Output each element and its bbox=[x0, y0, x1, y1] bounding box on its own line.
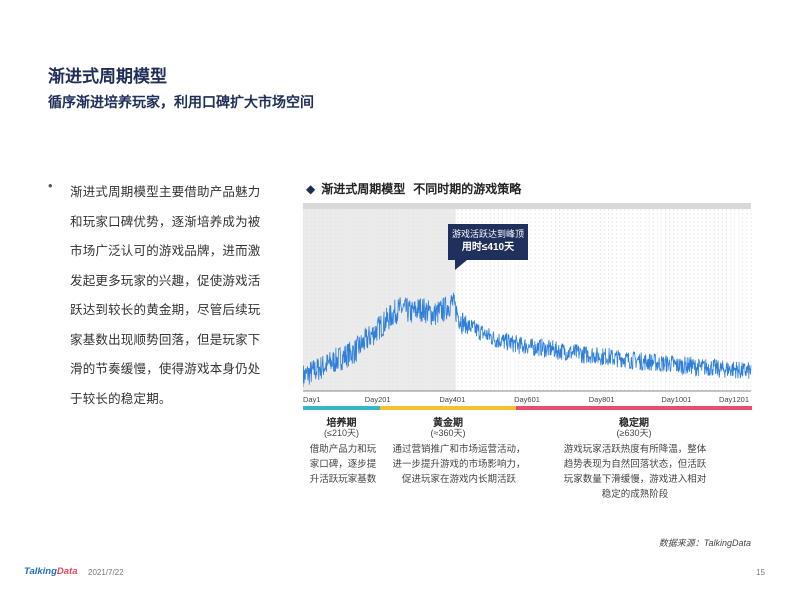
logo-part-b: Data bbox=[56, 566, 78, 577]
phase-desc-growth: 借助产品力和玩家口碑，逐步提升活跃玩家基数 bbox=[309, 444, 377, 485]
phase-bar-growth bbox=[303, 406, 380, 410]
callout-tail bbox=[455, 260, 467, 270]
logo-part-a: Talking bbox=[24, 566, 57, 577]
x-tick-label: Day1201 bbox=[719, 395, 749, 404]
x-tick-label: Day401 bbox=[439, 395, 465, 404]
x-tick-label: Day601 bbox=[514, 395, 540, 404]
footer-date: 2021/7/22 bbox=[88, 568, 124, 577]
callout-line1: 游戏活跃达到峰顶 bbox=[451, 229, 524, 239]
page-number: 15 bbox=[756, 568, 765, 577]
talkingdata-logo: TalkingData bbox=[24, 566, 78, 577]
x-tick-label: Day1001 bbox=[661, 395, 691, 404]
phase-bar-golden bbox=[380, 406, 516, 410]
x-tick-label: Day801 bbox=[589, 395, 615, 404]
phase-duration-stable: (≥630天) bbox=[616, 428, 652, 438]
page-subtitle: 循序渐进培养玩家，利用口碑扩大市场空间 bbox=[48, 94, 314, 110]
line-chart: Day1 Day201 Day401 Day601 Day801 Day1001 Day12… bbox=[303, 203, 752, 404]
diamond-icon: ◆ bbox=[306, 182, 316, 196]
phase-duration-golden: (≈360天) bbox=[430, 428, 466, 438]
chart-title-main: 渐进式周期模型 bbox=[321, 182, 406, 196]
phase-desc-stable: 游戏玩家活跃热度有所降温，整体趋势表现为自然回落状态，但活跃玩家数量下滑缓慢，游… bbox=[563, 444, 707, 500]
peak-callout: 游戏活跃达到峰顶 用时≤410天 bbox=[448, 224, 528, 260]
page-title: 渐进式周期模型 bbox=[48, 67, 167, 86]
chart-title-sub: 不同时期的游戏策略 bbox=[413, 182, 522, 196]
bullet-dot: • bbox=[48, 178, 53, 193]
phase-duration-growth: (≤210天) bbox=[324, 428, 359, 438]
data-source: 数据来源：TalkingData bbox=[658, 538, 751, 548]
x-tick-label: Day201 bbox=[365, 395, 391, 404]
bullet-text: 渐进式周期模型主要借助产品魅力和玩家口碑优势，逐渐培养成为被市场广泛认可的游戏品… bbox=[70, 185, 261, 406]
callout-line2: 用时≤410天 bbox=[461, 242, 515, 253]
phase-bar-stable bbox=[516, 406, 752, 410]
chart-title: ◆ 渐进式周期模型 不同时期的游戏策略 bbox=[306, 180, 521, 197]
x-tick-label: Day1 bbox=[303, 395, 321, 404]
chart-top-band bbox=[303, 203, 751, 209]
phase-desc-golden: 通过营销推广和市场运营活动，进一步提升游戏的市场影响力，促进玩家在游戏内长期活跃 bbox=[392, 444, 526, 485]
